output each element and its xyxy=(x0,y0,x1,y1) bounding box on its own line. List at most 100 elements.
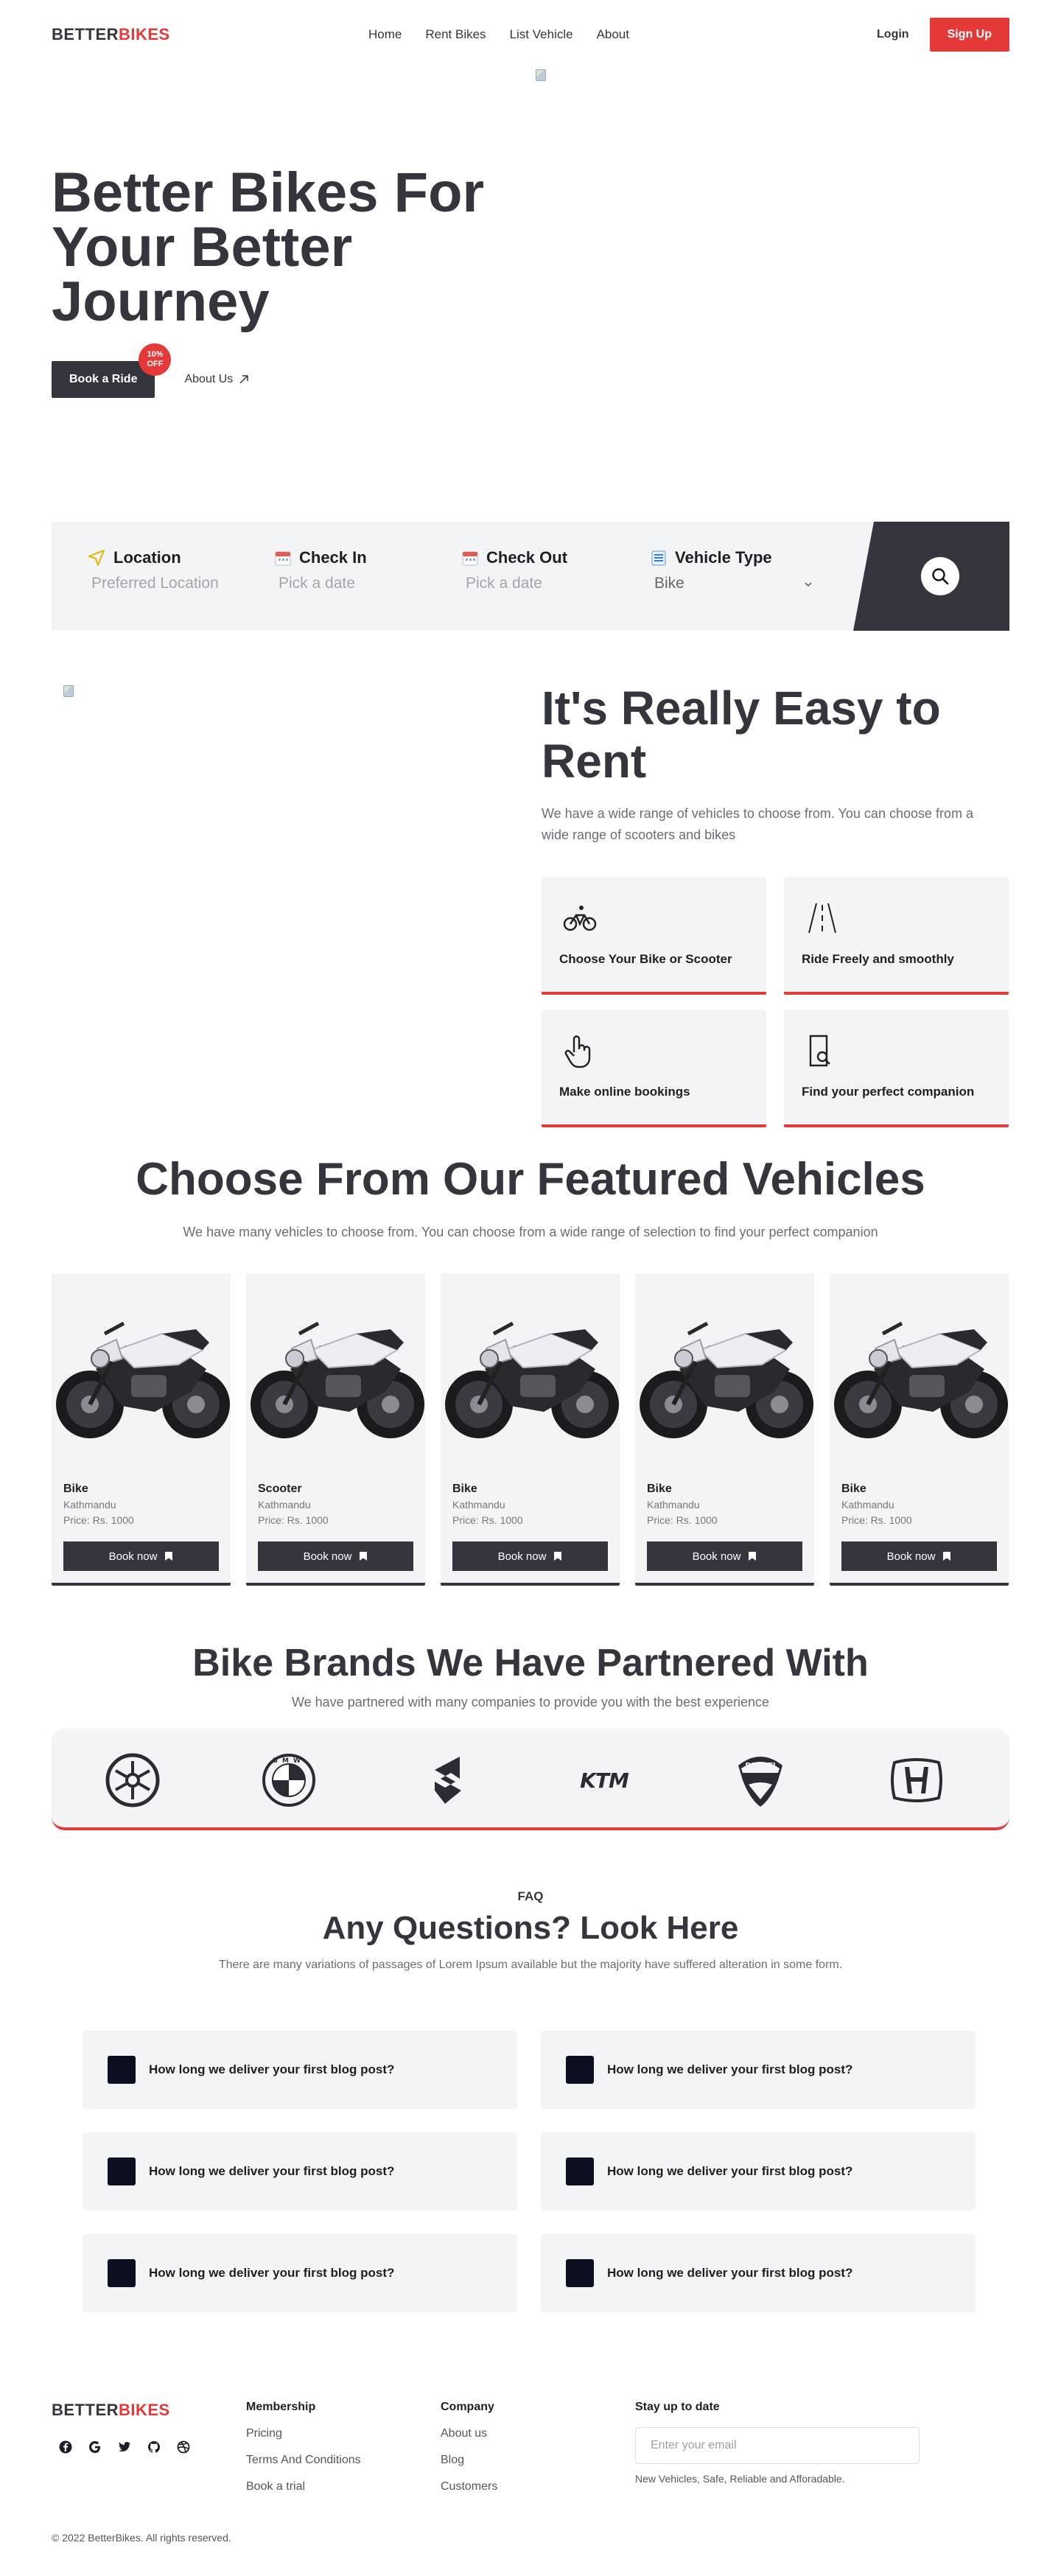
faq-toggle-icon xyxy=(566,2157,594,2185)
checkin-field[interactable]: Check In Pick a date xyxy=(274,548,367,592)
company-title: Company xyxy=(441,2401,494,2413)
book-now-label: Book now xyxy=(886,1550,936,1563)
email-field[interactable] xyxy=(635,2427,920,2464)
bicycle-icon xyxy=(563,906,597,931)
vehicle-card: Scooter Kathmandu Price: Rs. 1000 Book now xyxy=(246,1273,425,1586)
book-now-button[interactable]: Book now xyxy=(647,1541,802,1571)
badge-line: 10% xyxy=(147,350,164,359)
about-us-label: About Us xyxy=(184,373,234,385)
vehicle-type: Bike xyxy=(647,1483,672,1495)
easy-rent-title: It's Really Easy to Rent xyxy=(542,682,998,788)
location-input[interactable]: Preferred Location xyxy=(91,575,219,592)
footer-link-about-us[interactable]: About us xyxy=(441,2427,487,2440)
feature-label: Find your perfect companion xyxy=(802,1085,975,1099)
list-icon xyxy=(651,550,666,566)
membership-title: Membership xyxy=(246,2401,316,2413)
hero-title-line: Journey xyxy=(52,270,270,333)
motorcycle-image xyxy=(640,1321,813,1438)
honda-logo xyxy=(887,1751,946,1810)
top-navbar: BETTERBIKES Home Rent Bikes List Vehicle… xyxy=(52,16,1009,53)
faq-toggle-icon xyxy=(566,2259,594,2287)
discount-badge: 10% OFF xyxy=(139,343,172,376)
faq-item[interactable]: How long we deliver your first blog post… xyxy=(541,2031,976,2109)
broken-image-icon xyxy=(63,685,74,697)
footer-logo[interactable]: BETTERBIKES xyxy=(52,2401,170,2420)
book-now-label: Book now xyxy=(303,1550,352,1563)
faq-subtitle: There are many variations of passages of… xyxy=(218,1959,843,1971)
ducati-logo: DUCATI xyxy=(731,1751,790,1810)
nav-link-home[interactable]: Home xyxy=(368,27,402,42)
faq-eyebrow: FAQ xyxy=(517,1889,544,1903)
nav-link-list-vehicle[interactable]: List Vehicle xyxy=(510,27,573,42)
faq-item[interactable]: How long we deliver your first blog post… xyxy=(541,2132,976,2211)
faq-item[interactable]: How long we deliver your first blog post… xyxy=(83,2234,517,2312)
location-field[interactable]: Location Preferred Location xyxy=(87,548,219,592)
search-button[interactable] xyxy=(921,557,959,595)
twitter-icon[interactable] xyxy=(116,2439,133,2455)
faq-question: How long we deliver your first blog post… xyxy=(149,2266,395,2280)
faq-question: How long we deliver your first blog post… xyxy=(607,2266,853,2280)
vehicle-type: Bike xyxy=(63,1483,88,1495)
faq-question: How long we deliver your first blog post… xyxy=(607,2062,853,2076)
vehicle-type-label-text: Vehicle Type xyxy=(675,548,772,567)
featured-title: Choose From Our Featured Vehicles xyxy=(136,1154,925,1205)
vehicle-location: Kathmandu xyxy=(63,1499,116,1511)
checkin-input[interactable]: Pick a date xyxy=(279,575,367,592)
book-ride-label: Book a Ride xyxy=(69,373,138,385)
vehicle-type-select[interactable]: Bike xyxy=(650,575,813,592)
bookmark-icon xyxy=(360,1552,368,1561)
faq-item[interactable]: How long we deliver your first blog post… xyxy=(541,2234,976,2312)
faq-question: How long we deliver your first blog post… xyxy=(149,2164,395,2178)
about-us-link[interactable]: About Us xyxy=(184,373,249,386)
footer-link-book-trial[interactable]: Book a trial xyxy=(246,2480,305,2493)
bookmark-icon xyxy=(943,1552,951,1561)
book-now-button[interactable]: Book now xyxy=(841,1541,997,1571)
faq-toggle-icon xyxy=(108,2056,136,2084)
motorcycle-image xyxy=(834,1321,1008,1438)
nav-link-about[interactable]: About xyxy=(597,27,629,42)
vehicle-card: Bike Kathmandu Price: Rs. 1000 Book now xyxy=(635,1273,814,1586)
faq-item[interactable]: How long we deliver your first blog post… xyxy=(83,2132,517,2211)
featured-subtitle: We have many vehicles to choose from. Yo… xyxy=(183,1225,878,1239)
footer-link-terms[interactable]: Terms And Conditions xyxy=(246,2454,361,2467)
vehicle-type-field[interactable]: Vehicle Type Bike xyxy=(650,548,813,592)
footer-link-blog[interactable]: Blog xyxy=(441,2454,464,2467)
checkout-field[interactable]: Check Out Pick a date xyxy=(461,548,567,592)
bookmark-icon xyxy=(554,1552,562,1561)
feature-card: Choose Your Bike or Scooter xyxy=(542,877,766,995)
book-now-button[interactable]: Book now xyxy=(63,1541,219,1571)
bookmark-icon xyxy=(165,1552,173,1561)
github-icon[interactable] xyxy=(146,2439,162,2455)
pointer-hand-icon xyxy=(564,1035,591,1068)
brands-strip: BMW KTM DUCATI xyxy=(52,1729,1009,1830)
logo[interactable]: BETTERBIKES xyxy=(52,25,170,44)
dribbble-icon[interactable] xyxy=(175,2439,192,2455)
footer-link-pricing[interactable]: Pricing xyxy=(246,2427,282,2440)
login-link[interactable]: Login xyxy=(877,28,909,41)
book-now-button[interactable]: Book now xyxy=(258,1541,413,1571)
nav-link-rent-bikes[interactable]: Rent Bikes xyxy=(425,27,486,42)
footer-link-customers[interactable]: Customers xyxy=(441,2480,497,2493)
ktm-wordmark: KTM xyxy=(580,1768,629,1793)
logo-main: BETTER xyxy=(52,25,119,43)
book-now-label: Book now xyxy=(108,1550,158,1563)
checkout-input[interactable]: Pick a date xyxy=(466,575,567,592)
faq-question: How long we deliver your first blog post… xyxy=(149,2062,395,2076)
checkout-label-text: Check Out xyxy=(486,548,568,567)
checkin-label-text: Check In xyxy=(299,548,367,567)
vehicle-price: Price: Rs. 1000 xyxy=(452,1514,523,1526)
facebook-icon[interactable] xyxy=(57,2439,74,2455)
google-icon[interactable] xyxy=(87,2439,103,2455)
nav-actions: Login Sign Up xyxy=(877,18,1009,52)
search-icon xyxy=(932,568,949,585)
vehicle-location: Kathmandu xyxy=(452,1499,505,1511)
signup-button[interactable]: Sign Up xyxy=(929,18,1009,52)
book-ride-button[interactable]: Book a Ride 10% OFF xyxy=(52,343,172,398)
faq-item[interactable]: How long we deliver your first blog post… xyxy=(83,2031,517,2109)
book-now-label: Book now xyxy=(497,1550,547,1563)
svg-text:DUCATI: DUCATI xyxy=(745,1762,775,1770)
hero-title-line: Better Bikes For xyxy=(52,161,485,224)
book-now-button[interactable]: Book now xyxy=(452,1541,608,1571)
chevron-down-icon xyxy=(805,582,812,587)
vehicle-location: Kathmandu xyxy=(647,1499,700,1511)
